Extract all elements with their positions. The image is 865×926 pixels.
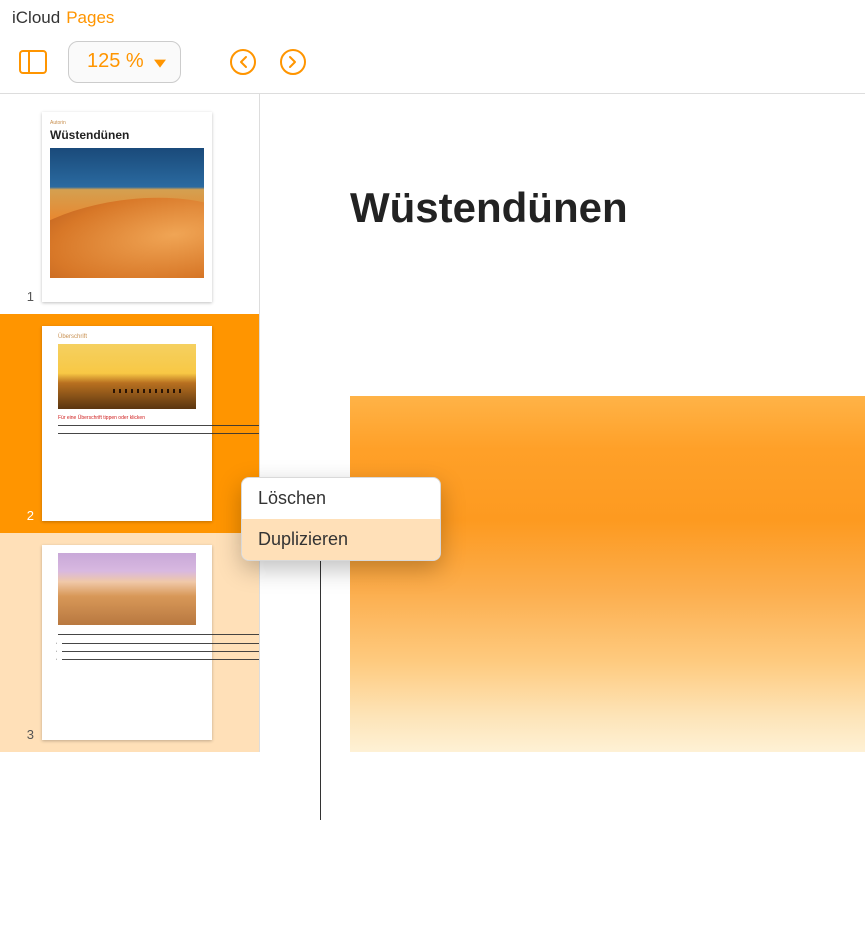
icloud-label: iCloud (12, 8, 60, 28)
thumbnail-body-text: ▬▬▬▬▬▬▬▬▬▬▬▬▬▬▬▬▬▬▬▬▬▬▬▬▬▬▬▬▬▬▬▬▬▬▬▬▬▬▬▬… (58, 432, 196, 436)
thumbnail-bullets: ▬▬▬▬▬▬▬▬▬▬▬▬▬▬▬▬▬▬▬▬▬▬▬▬▬▬▬▬▬▬▬▬▬▬▬▬▬▬▬▬… (58, 641, 196, 666)
thumbnail-number: 1 (22, 289, 34, 304)
thumbnail-preview: Überschrift Für eine Überschrift tippen … (42, 326, 212, 521)
thumbnail-image-pink-desert (58, 553, 196, 625)
redo-icon (279, 48, 307, 76)
document-canvas[interactable]: Wüstendünen (260, 94, 865, 752)
document-page: Wüstendünen (260, 94, 865, 232)
document-hero-image[interactable] (350, 396, 865, 752)
zoom-value: 125 % (87, 50, 144, 73)
thumbnail-page-3[interactable]: 3 ▬▬▬▬▬▬▬▬▬▬▬▬▬▬▬▬▬▬▬▬▬▬▬▬▬▬▬▬▬▬▬▬▬▬▬▬▬▬… (0, 533, 259, 752)
zoom-dropdown[interactable]: 125 % (68, 41, 181, 83)
thumbnail-number: 3 (22, 727, 34, 742)
thumbnail-body-text: ▬▬▬▬▬▬▬▬▬▬▬▬▬▬▬▬▬▬▬▬▬▬▬▬▬▬▬▬▬▬▬▬▬▬▬▬▬▬▬▬… (58, 424, 196, 428)
app-header: iCloud Pages (0, 0, 865, 30)
thumbnail-subheading: Überschrift (58, 334, 196, 340)
page-thumbnails-panel: 1 Autorin Wüstendünen 2 Überschrift Für … (0, 94, 260, 752)
thumbnail-preview: ▬▬▬▬▬▬▬▬▬▬▬▬▬▬▬▬▬▬▬▬▬▬▬▬▬▬▬▬▬▬▬▬▬▬▬▬▬▬▬▬… (42, 545, 212, 740)
undo-button[interactable] (225, 44, 261, 80)
thumbnail-title: Wüstendünen (50, 128, 204, 142)
thumbnail-image-sunset (58, 344, 196, 409)
thumbnail-number: 2 (22, 508, 34, 523)
thumbnail-body-text: ▬▬▬▬▬▬▬▬▬▬▬▬▬▬▬▬▬▬▬▬▬▬▬▬▬▬▬▬▬▬▬▬▬▬▬▬▬▬▬▬… (58, 633, 196, 637)
thumbnail-preview: Autorin Wüstendünen (42, 112, 212, 302)
main-area: 1 Autorin Wüstendünen 2 Überschrift Für … (0, 94, 865, 752)
thumbnail-subtitle: Für eine Überschrift tippen oder klicken (58, 415, 196, 421)
document-title[interactable]: Wüstendünen (350, 184, 865, 232)
context-menu-duplicate[interactable]: Duplizieren (242, 519, 440, 560)
redo-button[interactable] (275, 44, 311, 80)
toolbar: 125 % (0, 30, 865, 94)
context-menu-delete[interactable]: Löschen (242, 478, 440, 519)
thumbnail-page-1[interactable]: 1 Autorin Wüstendünen (0, 100, 259, 314)
undo-icon (229, 48, 257, 76)
thumbnail-pretitle: Autorin (50, 120, 204, 126)
thumbnail-page-2[interactable]: 2 Überschrift Für eine Überschrift tippe… (0, 314, 259, 533)
view-options-button[interactable] (12, 41, 54, 83)
thumbnail-image-dune (50, 148, 204, 278)
context-menu: Löschen Duplizieren (241, 477, 441, 561)
pages-label: Pages (66, 8, 114, 28)
callout-line (320, 560, 321, 820)
sidebar-icon (19, 50, 47, 74)
